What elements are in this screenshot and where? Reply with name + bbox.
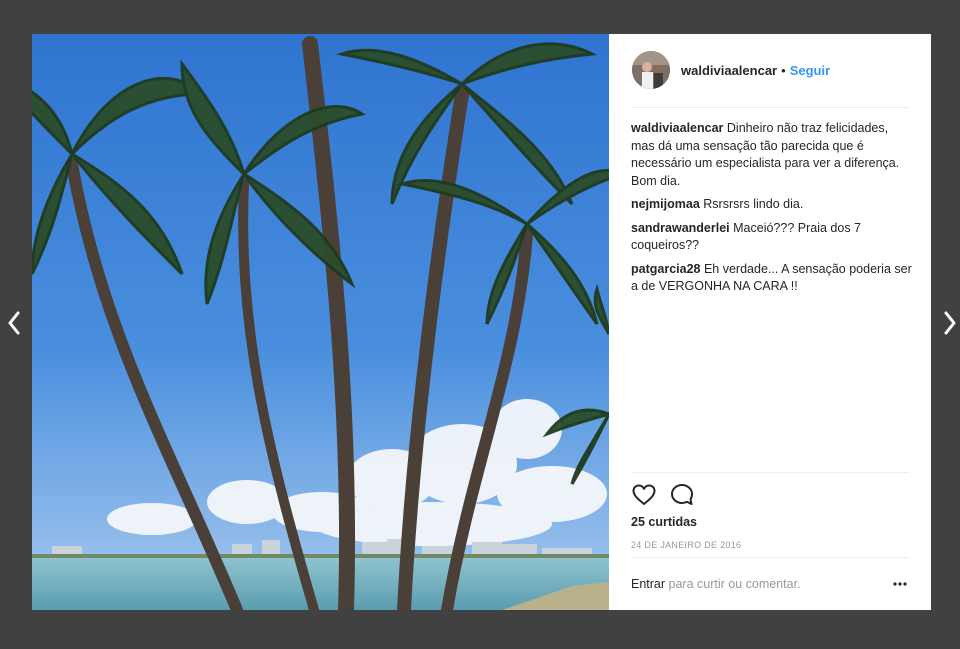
post-header: waldiviaalencar • Seguir bbox=[609, 34, 931, 107]
actions-divider bbox=[631, 472, 909, 473]
palm-trees-beach-image bbox=[32, 34, 609, 610]
comment-bubble-icon bbox=[671, 484, 693, 505]
post-author-username[interactable]: waldiviaalencar bbox=[681, 63, 777, 78]
login-link[interactable]: Entrar bbox=[631, 577, 665, 591]
previous-post-button[interactable] bbox=[2, 306, 26, 340]
comment-text: Rsrsrsrs lindo dia. bbox=[703, 197, 804, 211]
login-prompt-text: para curtir ou comentar. bbox=[668, 577, 801, 591]
comment-username[interactable]: patgarcia28 bbox=[631, 262, 700, 276]
chevron-right-icon bbox=[944, 311, 956, 335]
post-actions bbox=[631, 482, 731, 508]
caption: waldiviaalencar Dinheiro não traz felici… bbox=[631, 120, 913, 190]
chevron-left-icon bbox=[8, 311, 20, 335]
list-item: nejmijomaa Rsrsrsrs lindo dia. bbox=[631, 196, 913, 214]
next-post-button[interactable] bbox=[938, 306, 960, 340]
more-dots-icon bbox=[893, 582, 907, 586]
list-item: patgarcia28 Eh verdade... A sensação pod… bbox=[631, 261, 913, 296]
comment-username[interactable]: nejmijomaa bbox=[631, 197, 700, 211]
likes-count[interactable]: 25 curtidas bbox=[631, 515, 697, 529]
comments-list: waldiviaalencar Dinheiro não traz felici… bbox=[631, 120, 913, 302]
post-details-panel: waldiviaalencar • Seguir waldiviaalencar D… bbox=[609, 34, 931, 610]
comment-button[interactable] bbox=[669, 482, 695, 508]
comment-username[interactable]: waldiviaalencar bbox=[631, 121, 723, 135]
header-text: waldiviaalencar • Seguir bbox=[681, 63, 830, 78]
avatar[interactable] bbox=[632, 51, 670, 89]
header-divider bbox=[631, 107, 909, 108]
more-options-button[interactable] bbox=[892, 575, 908, 593]
separator-dot: • bbox=[781, 63, 786, 78]
profile-picture bbox=[632, 51, 670, 89]
post-date: 24 DE JANEIRO DE 2016 bbox=[631, 540, 742, 550]
heart-icon bbox=[632, 484, 656, 505]
comment-username[interactable]: sandrawanderlei bbox=[631, 221, 730, 235]
login-prompt: Entrar para curtir ou comentar. bbox=[631, 577, 801, 591]
post-photo[interactable] bbox=[32, 34, 609, 610]
follow-button[interactable]: Seguir bbox=[790, 63, 830, 78]
list-item: sandrawanderlei Maceió??? Praia dos 7 co… bbox=[631, 220, 913, 255]
like-button[interactable] bbox=[631, 482, 657, 508]
footer-divider bbox=[631, 557, 909, 558]
